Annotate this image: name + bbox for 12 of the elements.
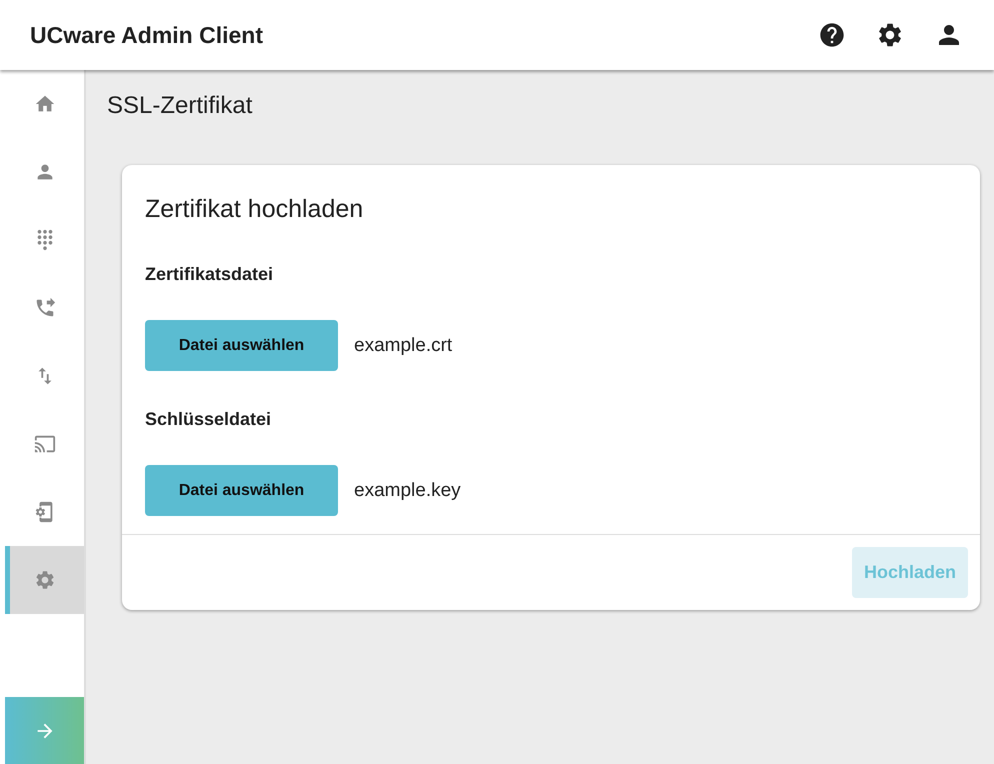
file-name: example.crt xyxy=(354,334,452,356)
file-name: example.key xyxy=(354,480,461,502)
help-icon[interactable] xyxy=(818,21,846,49)
sidebar-settings-icon[interactable] xyxy=(5,546,84,614)
file-label: Schlüsseldatei xyxy=(145,409,272,430)
choose-file-button[interactable]: Datei auswählen xyxy=(145,465,338,516)
file-label: Zertifikatsdatei xyxy=(145,264,274,285)
app-title: UCware Admin Client xyxy=(30,22,264,48)
choose-file-button[interactable]: Datei auswählen xyxy=(145,320,338,371)
settings-icon[interactable] xyxy=(876,21,904,49)
card-title: Zertifikat hochladen xyxy=(145,195,364,224)
page-title: SSL-Zertifikat xyxy=(107,92,254,120)
